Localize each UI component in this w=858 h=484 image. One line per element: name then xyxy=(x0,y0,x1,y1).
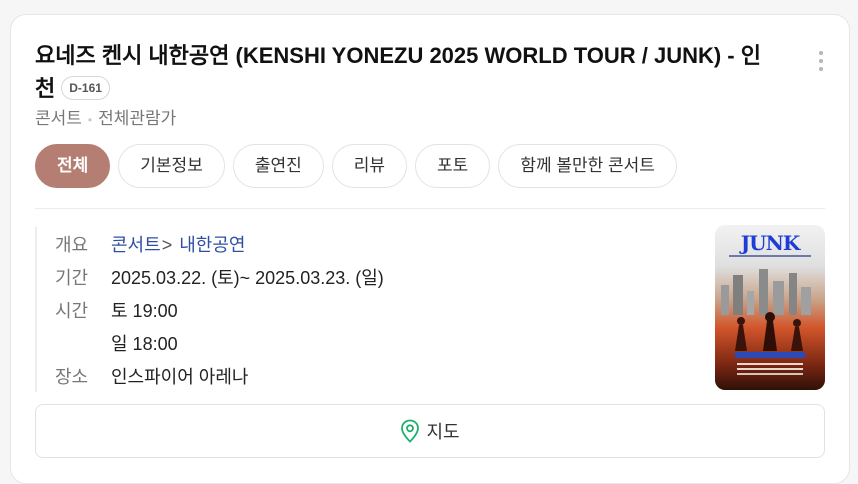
overview-separator: > xyxy=(161,234,173,255)
time-value-sun: 일 18:00 xyxy=(111,333,178,354)
event-title-text: 요네즈 켄시 내한공연 (KENSHI YONEZU 2025 WORLD TO… xyxy=(35,43,761,101)
age-rating-text: 전체관람가 xyxy=(98,109,177,128)
period-value: 2025.03.22. (토)~ 2025.03.23. (일) xyxy=(111,267,384,288)
meta-separator: • xyxy=(87,112,93,127)
category-text: 콘서트 xyxy=(35,109,82,128)
more-options-icon[interactable] xyxy=(817,51,825,71)
period-label: 기간 xyxy=(55,267,89,288)
section-divider xyxy=(35,208,825,209)
poster-logo: JUNK xyxy=(740,231,801,255)
dday-badge: D-161 xyxy=(61,76,110,101)
tab-related-concerts[interactable]: 함께 볼만한 콘서트 xyxy=(498,144,677,188)
map-pin-icon xyxy=(401,419,420,443)
tab-reviews[interactable]: 리뷰 xyxy=(331,144,408,188)
time-row-2: 일 18:00 xyxy=(55,326,475,359)
overview-label: 개요 xyxy=(55,234,89,255)
overview-row: 개요 콘서트> 내한공연 xyxy=(55,227,475,260)
venue-link[interactable]: 인스파이어 아레나 xyxy=(111,363,248,389)
concert-poster-image[interactable]: JUNK xyxy=(715,225,825,390)
overview-subcategory-link[interactable]: 내한공연 xyxy=(179,235,245,255)
tab-cast[interactable]: 출연진 xyxy=(232,144,324,188)
tab-bar: 전체 기본정보 출연진 리뷰 포토 함께 볼만한 콘서트 xyxy=(35,144,677,188)
poster-cityscape xyxy=(721,269,811,315)
overview-category-link[interactable]: 콘서트 xyxy=(111,235,161,255)
map-button[interactable]: 지도 xyxy=(35,404,825,458)
venue-label: 장소 xyxy=(55,366,89,387)
event-info: 개요 콘서트> 내한공연 기간 2025.03.22. (토)~ 2025.03… xyxy=(35,227,475,392)
event-meta: 콘서트 • 전체관람가 xyxy=(35,104,176,129)
time-row: 시간 토 19:00 xyxy=(55,293,475,326)
tab-photos[interactable]: 포토 xyxy=(415,144,491,188)
venue-row: 장소 인스파이어 아레나 xyxy=(55,359,475,392)
time-value-sat: 토 19:00 xyxy=(111,300,178,321)
tab-basic-info[interactable]: 기본정보 xyxy=(118,144,225,188)
tab-all[interactable]: 전체 xyxy=(35,144,111,188)
time-label: 시간 xyxy=(55,300,89,321)
map-button-label: 지도 xyxy=(426,422,460,442)
poster-figures xyxy=(735,312,803,351)
event-title: 요네즈 켄시 내한공연 (KENSHI YONEZU 2025 WORLD TO… xyxy=(35,39,775,105)
period-row: 기간 2025.03.22. (토)~ 2025.03.23. (일) xyxy=(55,260,475,293)
event-card: 요네즈 켄시 내한공연 (KENSHI YONEZU 2025 WORLD TO… xyxy=(10,14,850,484)
